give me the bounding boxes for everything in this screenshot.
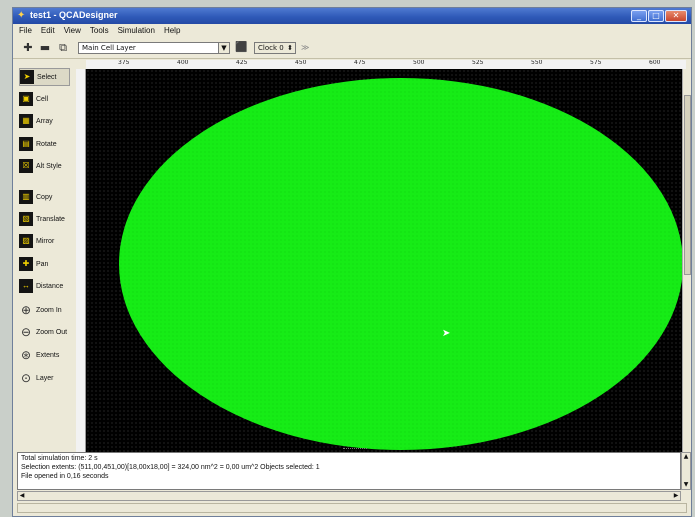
menu-help[interactable]: Help (164, 26, 180, 35)
tool-label: Copy (36, 193, 53, 201)
tool-rotate[interactable]: ▤ Rotate (19, 135, 70, 153)
ruler-label: 375 (118, 60, 130, 66)
vertical-scrollbar[interactable] (682, 69, 691, 453)
pan-icon: ✚ (19, 257, 33, 271)
minimize-icon[interactable]: _ (631, 10, 647, 22)
message-scrollbar[interactable]: ▲ ▼ (681, 452, 691, 490)
message-line: Total simulation time: 2 s (21, 455, 98, 462)
toolbar: ✚ ▬ ⧉ Main Cell Layer ▼ ⬛ Clock 0 ⬍ ≫ (13, 38, 691, 59)
menu-tools[interactable]: Tools (90, 26, 109, 35)
menu-simulation[interactable]: Simulation (118, 26, 155, 35)
tool-label: Layer (36, 374, 54, 382)
clock-select[interactable]: Clock 0 ⬍ (254, 42, 296, 54)
tool-zoom-in[interactable]: ⊕ Zoom In (19, 301, 70, 319)
tool-label: Cell (36, 95, 49, 103)
app-window: ✦ test1 - QCADesigner _ □ ✕ File Edit Vi… (12, 7, 692, 517)
tool-label: Zoom In (36, 306, 62, 314)
tool-label: Translate (36, 215, 65, 223)
design-canvas[interactable]: ➤ (86, 69, 682, 453)
clock-wire-icon[interactable]: ≫ (301, 43, 309, 52)
layer-select[interactable]: Main Cell Layer (78, 42, 228, 54)
tool-label: Distance (36, 282, 64, 290)
alt-style-icon: ☒ (19, 159, 33, 173)
tool-label: Pan (36, 260, 49, 268)
copy-icon: ▥ (19, 190, 33, 204)
menu-view[interactable]: View (64, 26, 81, 35)
mirror-icon: ▨ (19, 234, 33, 248)
tool-layer[interactable]: ⊙ Layer (19, 369, 70, 387)
ruler-label: 475 (354, 60, 366, 66)
tool-select[interactable]: ➤ Select (19, 68, 70, 86)
layer-icon: ⊙ (20, 371, 32, 385)
tool-array[interactable]: ▦ Array (19, 112, 70, 130)
cell-icon: ▣ (19, 92, 33, 106)
ruler-label: 450 (295, 60, 307, 66)
ruler-label: 600 (649, 60, 661, 66)
extents-icon: ⊛ (20, 348, 32, 362)
tool-alt-style[interactable]: ☒ Alt Style (19, 157, 70, 175)
status-bar (17, 503, 687, 513)
menu-file[interactable]: File (19, 26, 32, 35)
tool-cell[interactable]: ▣ Cell (19, 90, 70, 108)
tool-label: Array (36, 117, 53, 125)
ruler-label: 550 (531, 60, 543, 66)
layer-properties-icon[interactable]: ⬛ (235, 42, 249, 54)
chevron-down-icon[interactable]: ▼ (218, 42, 230, 54)
message-line: Selection extents: (511,00,451,00)[18,00… (21, 464, 320, 471)
ruler-label: 575 (590, 60, 602, 66)
zoom-minus-icon[interactable]: ▬ (39, 42, 51, 54)
zoom-fit-icon[interactable]: ⧉ (57, 42, 69, 54)
tool-mirror[interactable]: ▨ Mirror (19, 232, 70, 250)
scroll-left-icon[interactable]: ◀ (18, 492, 26, 500)
vertical-scroll-thumb[interactable] (684, 95, 691, 275)
maximize-icon[interactable]: □ (648, 10, 664, 22)
pointer-icon: ➤ (20, 70, 34, 84)
window-title: test1 - QCADesigner (30, 10, 118, 20)
scroll-right-icon[interactable]: ▶ (672, 492, 680, 500)
tool-copy[interactable]: ▥ Copy (19, 188, 70, 206)
zoom-in-icon: ⊕ (20, 303, 32, 317)
zoom-plus-icon[interactable]: ✚ (22, 42, 34, 54)
distance-icon: ↔ (19, 279, 33, 293)
horizontal-scrollbar[interactable]: ◀ ▶ (17, 491, 681, 501)
ruler-label: 400 (177, 60, 189, 66)
tool-extents[interactable]: ⊛ Extents (19, 346, 70, 364)
tool-distance[interactable]: ↔ Distance (19, 277, 70, 295)
close-icon[interactable]: ✕ (665, 10, 687, 22)
ruler-label: 525 (472, 60, 484, 66)
message-log: Total simulation time: 2 s Selection ext… (17, 452, 681, 490)
title-bar: ✦ test1 - QCADesigner _ □ ✕ (13, 8, 691, 24)
tool-zoom-out[interactable]: ⊖ Zoom Out (19, 323, 70, 341)
spin-icon[interactable]: ⬍ (287, 43, 293, 53)
tool-label: Select (37, 73, 57, 81)
mouse-cursor-icon: ➤ (442, 328, 451, 339)
tool-label: Extents (36, 351, 60, 359)
tool-label: Alt Style (36, 162, 62, 170)
qcadesigner-app-icon: ✦ (17, 10, 26, 21)
menu-bar: File Edit View Tools Simulation Help (13, 24, 691, 37)
tool-pan[interactable]: ✚ Pan (19, 255, 70, 273)
tool-label: Mirror (36, 237, 55, 245)
tool-label: Rotate (36, 140, 57, 148)
ruler-label: 500 (413, 60, 425, 66)
tool-translate[interactable]: ▧ Translate (19, 210, 70, 228)
translate-icon: ▧ (19, 212, 33, 226)
tool-label: Zoom Out (36, 328, 68, 336)
zoom-out-icon: ⊖ (20, 325, 32, 339)
ruler-label: 425 (236, 60, 248, 66)
scroll-up-icon[interactable]: ▲ (682, 453, 690, 461)
scroll-down-icon[interactable]: ▼ (682, 481, 690, 489)
window-controls: _ □ ✕ (631, 10, 687, 22)
selected-cell[interactable] (119, 78, 682, 450)
array-icon: ▦ (19, 114, 33, 128)
menu-edit[interactable]: Edit (41, 26, 55, 35)
message-line: File opened in 0,16 seconds (21, 473, 109, 480)
clock-value: Clock 0 (258, 44, 284, 52)
vertical-ruler (76, 69, 86, 453)
tool-sidebar: ➤ Select ▣ Cell ▦ Array ▤ Rotate ☒ Alt Style ▥ Copy… (16, 68, 73, 452)
rotate-icon: ▤ (19, 137, 33, 151)
